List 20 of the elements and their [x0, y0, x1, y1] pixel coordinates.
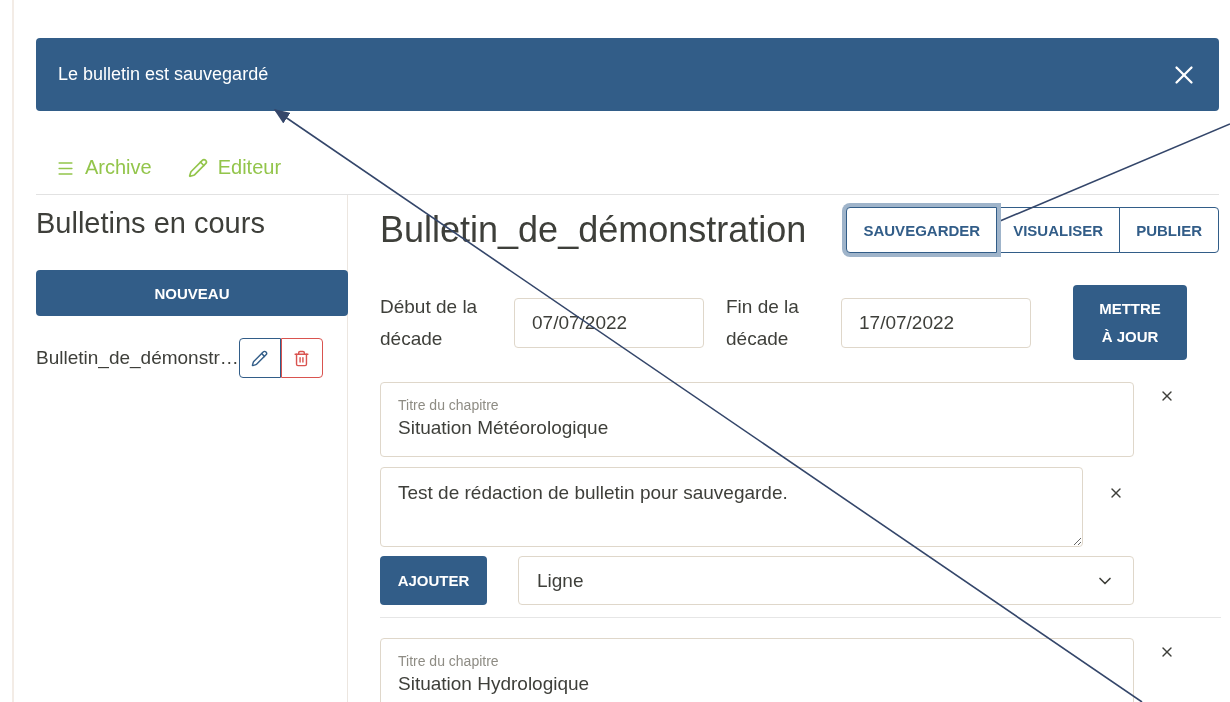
end-date-field[interactable]: 17/07/2022 — [841, 297, 1031, 348]
update-button[interactable]: METTRE À JOUR — [1073, 285, 1187, 360]
chapter-title-field[interactable]: Titre du chapitre Situation Hydrologique — [380, 638, 1134, 702]
chapter-title-field[interactable]: Titre du chapitre Situation Météorologique — [380, 382, 1134, 457]
sidebar-title: Bulletins en cours — [36, 207, 266, 240]
pencil-icon — [251, 349, 269, 367]
bulletin-name[interactable]: Bulletin_de_démonstr… — [36, 347, 239, 369]
add-button[interactable]: AJOUTER — [380, 556, 487, 605]
text-area[interactable]: Test de rédaction de bulletin pour sauvegarde. — [380, 467, 1083, 547]
trash-icon — [293, 349, 311, 367]
start-label: Début de la décade — [380, 294, 479, 351]
end-label: Fin de la décade — [726, 294, 800, 351]
menu-icon — [56, 159, 75, 178]
action-button[interactable]: PUBLIER — [1119, 207, 1219, 253]
pencil-icon — [187, 158, 208, 178]
delete-button[interactable] — [280, 338, 323, 378]
edit-button[interactable] — [238, 338, 281, 378]
new-button[interactable]: NOUVEAU — [36, 270, 348, 316]
toast-message: Le bulletin est sauvegardé — [58, 64, 269, 85]
block-type-select[interactable]: Ligne — [518, 556, 1134, 605]
